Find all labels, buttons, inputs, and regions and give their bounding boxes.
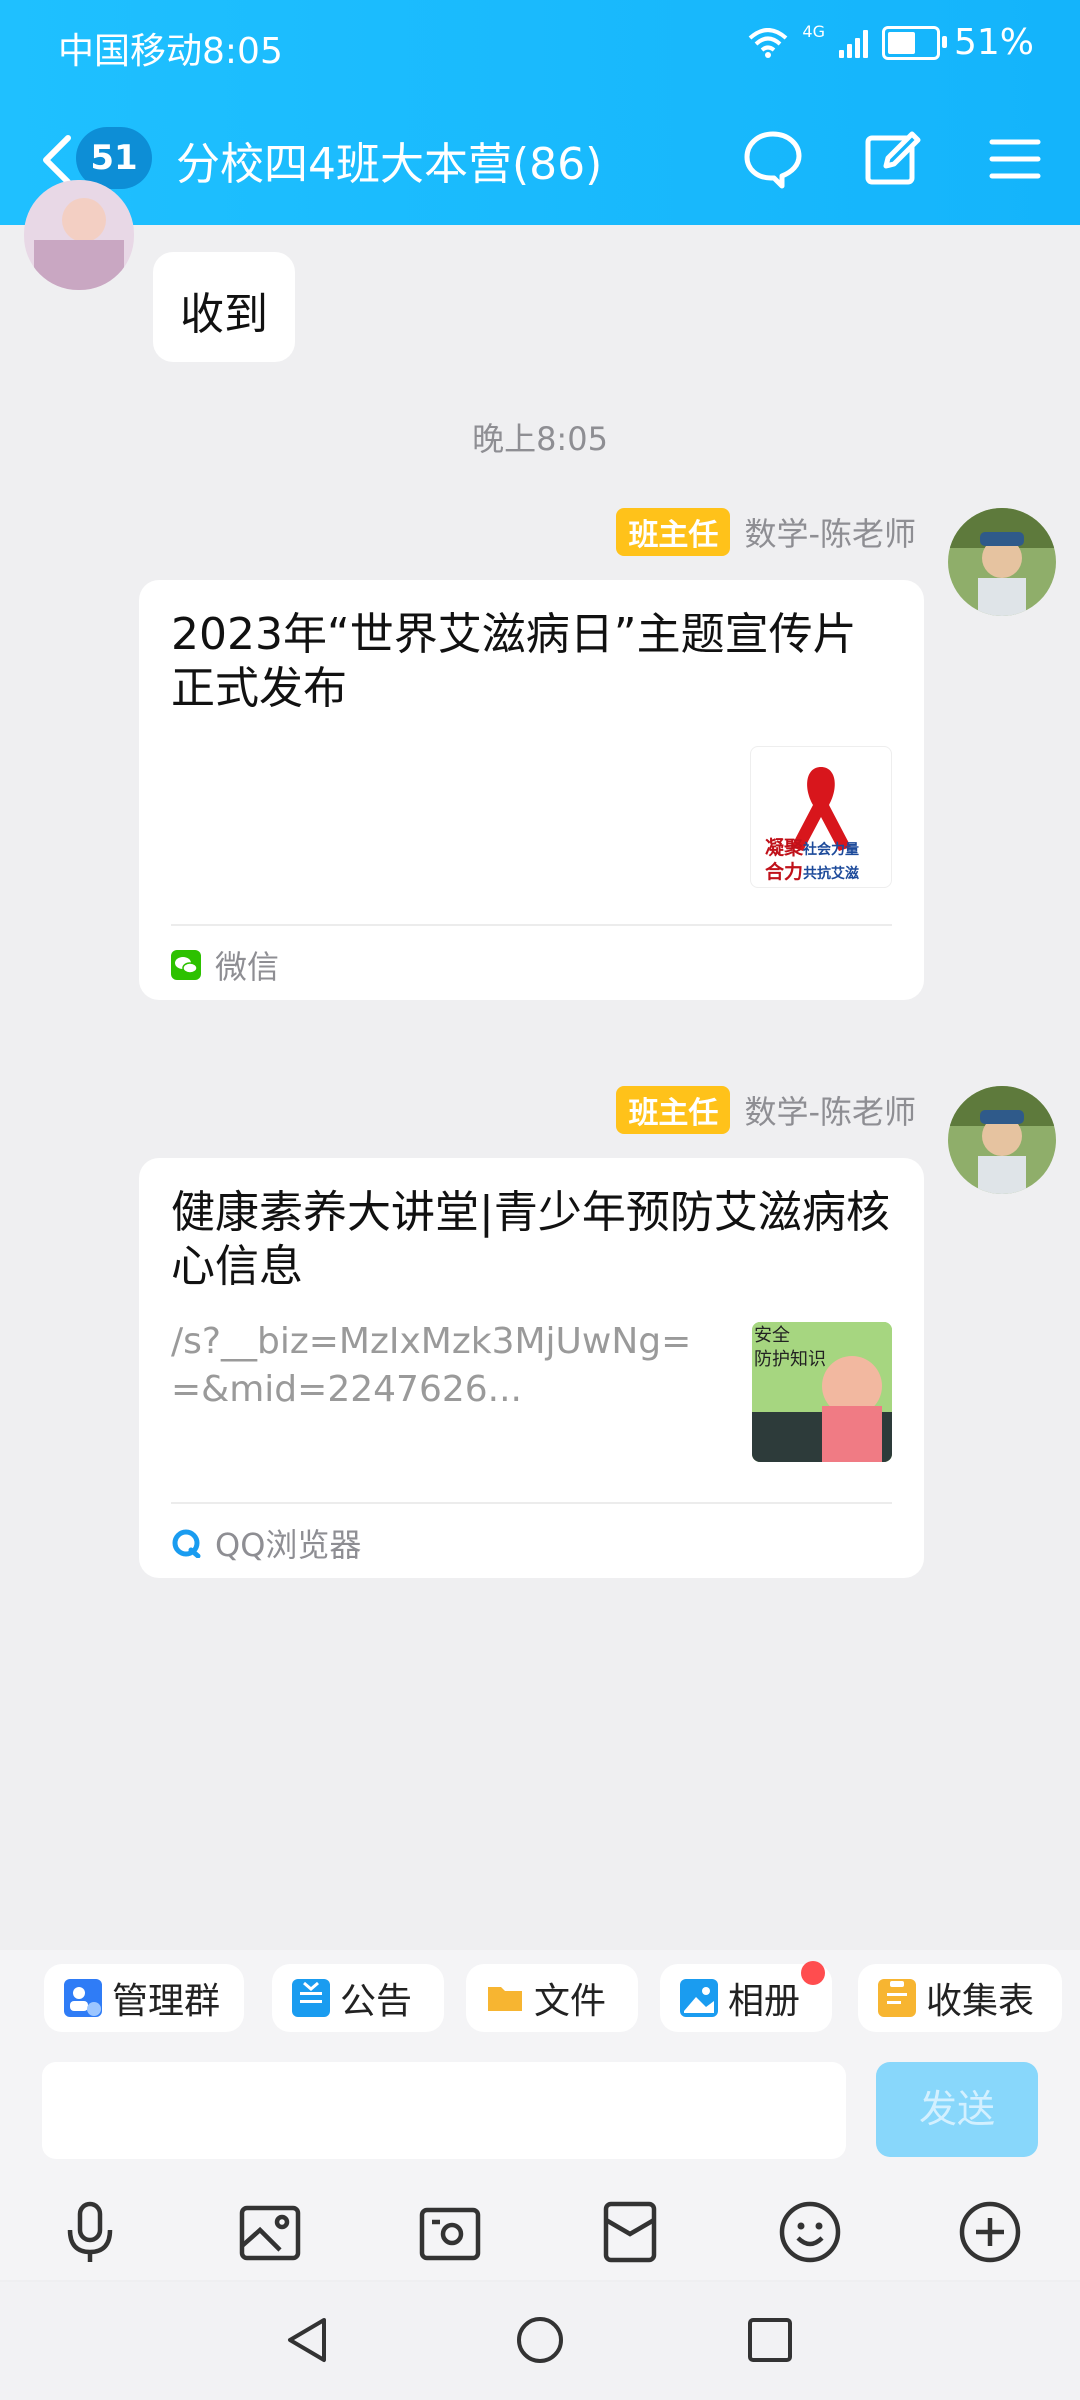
message-input[interactable] xyxy=(42,2062,846,2159)
red-packet-icon[interactable] xyxy=(598,2200,662,2264)
signal-icon xyxy=(838,28,868,58)
card-title: 健康素养大讲堂|青少年预防艾滋病核心信息 xyxy=(171,1187,890,1292)
battery-percent: 51% xyxy=(953,22,1034,63)
network-type: 4G xyxy=(802,22,825,41)
chat-bubble-icon[interactable] xyxy=(740,126,806,192)
chat-header: 中国移动8:05 4G 51% 51 分校四4班大本营(86) xyxy=(0,0,1080,225)
plus-icon[interactable] xyxy=(958,2200,1022,2264)
card-thumbnail: 安全 防护知识 xyxy=(752,1322,892,1462)
menu-icon[interactable] xyxy=(982,126,1048,192)
thumb-text: 凝聚 xyxy=(765,837,804,859)
nav-home-icon[interactable] xyxy=(512,2312,568,2368)
quick-action-manage-group[interactable]: 管理群 xyxy=(44,1964,244,2032)
camera-icon[interactable] xyxy=(418,2200,482,2264)
avatar-teacher[interactable] xyxy=(948,1086,1056,1194)
sender-info: 班主任 数学-陈老师 xyxy=(616,508,916,556)
sender-name: 数学-陈老师 xyxy=(744,1093,916,1131)
link-card[interactable]: 2023年“世界艾滋病日”主题宣传片正式发布 凝聚社会力量 合力共抗艾滋 微信 xyxy=(139,580,924,1000)
avatar-teacher[interactable] xyxy=(948,508,1056,616)
emoji-icon[interactable] xyxy=(778,2200,842,2264)
title-bar: 51 分校四4班大本营(86) xyxy=(0,112,1080,202)
sender-name: 数学-陈老师 xyxy=(744,515,916,553)
card-source: 微信 xyxy=(171,942,279,988)
source-label: QQ浏览器 xyxy=(215,1526,362,1564)
message-timestamp: 晚上8:05 xyxy=(472,420,608,458)
status-bar: 中国移动8:05 4G 51% xyxy=(0,0,1080,95)
role-badge: 班主任 xyxy=(616,508,731,556)
card-description: /s?__biz=MzIxMzk3MjUwNg==&mid=2247626... xyxy=(171,1321,692,1410)
thumb-text: 防护知识 xyxy=(754,1349,826,1370)
chat-title[interactable]: 分校四4班大本营(86) xyxy=(176,128,602,192)
chip-label: 文件 xyxy=(534,1981,607,2022)
send-button[interactable]: 发送 xyxy=(876,2062,1038,2157)
thumb-text: 合力 xyxy=(765,861,804,883)
image-icon[interactable] xyxy=(238,2200,302,2264)
folder-icon xyxy=(486,1979,524,2017)
quick-action-collection-form[interactable]: 收集表 xyxy=(858,1964,1062,2032)
quick-action-announcement[interactable]: 公告 xyxy=(272,1964,444,2032)
thumb-text: 安全 xyxy=(754,1325,790,1346)
album-icon xyxy=(680,1979,718,2017)
nav-recents-icon[interactable] xyxy=(742,2312,798,2368)
card-thumbnail: 凝聚社会力量 合力共抗艾滋 xyxy=(750,746,892,888)
wechat-icon xyxy=(171,950,201,980)
chip-label: 管理群 xyxy=(112,1981,221,2022)
chip-label: 收集表 xyxy=(926,1981,1035,2022)
system-nav-bar xyxy=(0,2282,1080,2400)
thumb-text: 社会力量 xyxy=(803,842,860,858)
edit-icon[interactable] xyxy=(860,126,926,192)
microphone-icon[interactable] xyxy=(58,2200,122,2264)
new-badge-dot xyxy=(801,1961,825,1985)
status-icons: 4G 51% xyxy=(748,22,1034,63)
source-label: 微信 xyxy=(215,948,280,986)
thumb-text: 共抗艾滋 xyxy=(803,866,860,882)
role-badge: 班主任 xyxy=(616,1086,731,1134)
carrier-time: 中国移动8:05 xyxy=(58,31,283,72)
message-text: 收到 xyxy=(180,289,268,340)
quick-action-files[interactable]: 文件 xyxy=(466,1964,638,2032)
qq-browser-icon xyxy=(172,1529,201,1558)
chip-label: 相册 xyxy=(728,1981,801,2022)
card-divider xyxy=(171,1502,892,1504)
battery-icon xyxy=(881,25,947,60)
sender-info: 班主任 数学-陈老师 xyxy=(616,1086,916,1134)
clipboard-icon xyxy=(878,1979,916,2017)
chip-label: 公告 xyxy=(340,1981,413,2022)
avatar-sender[interactable] xyxy=(24,180,134,290)
link-card[interactable]: 健康素养大讲堂|青少年预防艾滋病核心信息 /s?__biz=MzIxMzk3Mj… xyxy=(139,1158,924,1578)
nav-back-icon[interactable] xyxy=(280,2312,336,2368)
wifi-icon xyxy=(749,27,788,58)
manage-group-icon xyxy=(64,1979,102,2017)
announcement-icon xyxy=(292,1979,330,2017)
card-divider xyxy=(171,924,892,926)
card-source: QQ浏览器 xyxy=(171,1520,361,1566)
message-bubble[interactable]: 收到 xyxy=(153,252,295,362)
card-title: 2023年“世界艾滋病日”主题宣传片正式发布 xyxy=(171,609,857,714)
